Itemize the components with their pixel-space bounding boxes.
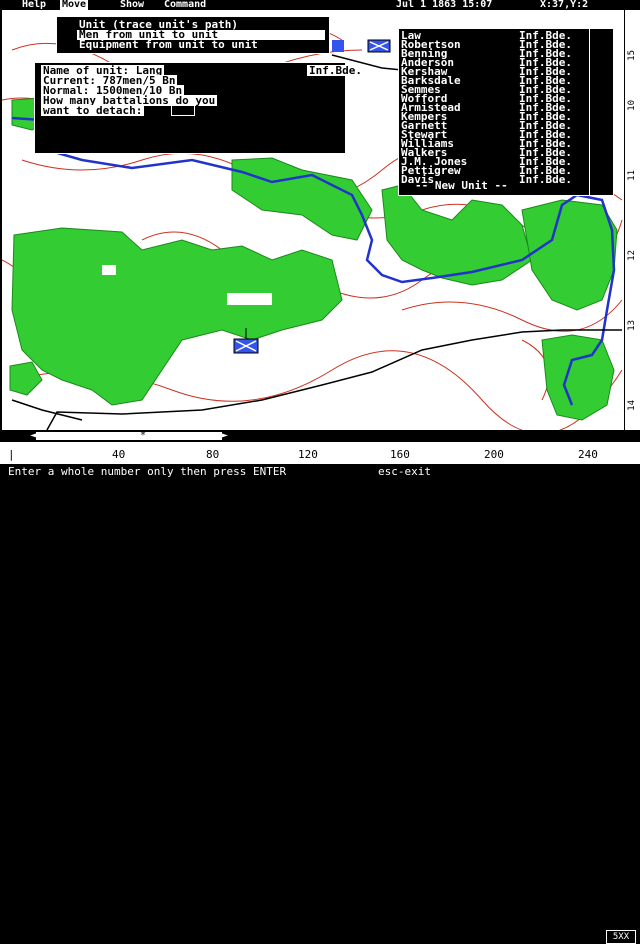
date-readout: Jul 1 1863 15:07 (396, 0, 493, 10)
horizontal-scrollbar[interactable]: ◄ * ► (0, 430, 640, 442)
brigade-list: Law Inf.Bde. Robertson Inf.Bde. Benning Inf.B… (398, 28, 614, 196)
scale-label: 11 (627, 170, 637, 181)
menu-move[interactable]: Move (60, 0, 89, 10)
scale-label: 10 (627, 100, 637, 111)
ruler-label: 240 (578, 448, 598, 461)
detach-prompt-line-2: want to detach: (41, 104, 145, 117)
ruler-label: 160 (390, 448, 410, 461)
new-unit-option[interactable]: -- New Unit -- (415, 180, 508, 191)
right-coordinate-scale: 10 11 12 13 14 15 (624, 10, 640, 430)
menu-bar: Help Move Show Command Jul 1 1863 15:07 … (0, 0, 640, 10)
bottom-ruler: | 40 80 120 160 200 240 (0, 442, 640, 464)
battalion-count-input[interactable] (171, 105, 195, 116)
corner-box-icon: 5XX (606, 930, 636, 944)
scale-label: 12 (627, 250, 637, 261)
scroll-right-arrow-icon[interactable]: ► (222, 430, 228, 442)
coordinate-readout: X:37,Y:2 (540, 0, 589, 10)
ruler-label: 40 (112, 448, 126, 461)
menu-item-equipment-transfer[interactable]: Equipment from unit to unit (79, 39, 258, 50)
list-scrollbar[interactable] (589, 29, 604, 195)
brigade-type: Inf.Bde. (519, 173, 572, 186)
ruler-label: 120 (298, 448, 318, 461)
scale-label: 13 (627, 320, 637, 331)
status-line: Enter a whole number only then press ENT… (0, 464, 640, 944)
unit-type-label: Inf.Bde. (307, 64, 364, 77)
scroll-track[interactable]: * (36, 431, 222, 441)
scale-label: 15 (627, 50, 637, 61)
move-submenu: Unit (trace unit's path) Men from unit t… (56, 16, 330, 54)
detach-dialog: Name of unit: Lang Inf.Bde. Current: 787… (34, 62, 364, 154)
status-prompt: Enter a whole number only then press ENT… (8, 465, 287, 478)
scroll-thumb[interactable]: * (140, 431, 146, 441)
menu-help[interactable]: Help (20, 0, 48, 10)
scale-label: 14 (627, 400, 637, 411)
escape-exit-hint: esc-exit (378, 465, 431, 478)
menu-command[interactable]: Command (162, 0, 208, 10)
ruler-label: 200 (484, 448, 504, 461)
menu-show[interactable]: Show (118, 0, 146, 10)
ruler-label: 80 (206, 448, 220, 461)
